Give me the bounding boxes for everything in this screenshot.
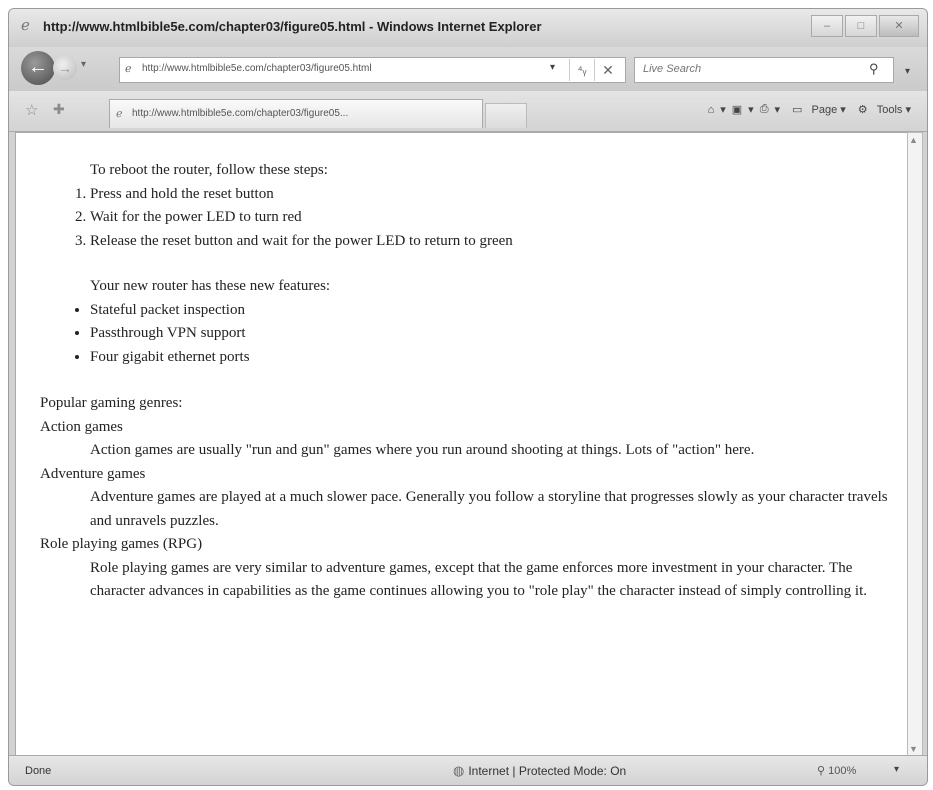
list-item: Wait for the power LED to turn red [90,206,906,230]
zoom-icon: ⚲ [817,765,826,777]
vertical-scrollbar[interactable]: ▲ ▼ [907,132,923,757]
ie-logo-icon: ℯ [21,17,30,34]
add-favorites-icon[interactable]: ✚ [53,101,65,118]
features-intro: Your new router has these new features: [90,278,331,294]
genre-definition: Action games are usually "run and gun" g… [90,442,755,458]
forward-arrow-icon: → [58,60,72,76]
address-bar[interactable]: ℯ http://www.htmlbible5e.com/chapter03/f… [119,57,626,83]
security-zone-label: Internet | Protected Mode: On [468,764,627,778]
steps-list: Press and hold the reset button Wait for… [40,183,906,254]
status-bar: Done ◍ Internet | Protected Mode: On ⚲ 10… [9,755,927,785]
minimize-button[interactable]: – [811,15,843,37]
maximize-button[interactable]: □ [845,15,877,37]
tools-gear-icon: ⚙ [857,104,868,116]
document-body: To reboot the router, follow these steps… [40,159,906,604]
tools-menu-label: Tools [876,104,903,116]
page-menu-label: Page [811,104,838,116]
title-bar: ℯ http://www.htmlbible5e.com/chapter03/f… [9,9,927,47]
genre-definition: Role playing games are very similar to a… [90,559,867,600]
tab-current[interactable]: ℯ http://www.htmlbible5e.com/chapter03/f… [109,99,483,128]
globe-icon: ◍ [453,763,465,778]
home-dropdown[interactable]: ▾ [720,103,726,116]
zoom-dropdown[interactable]: ▾ [894,764,899,775]
navigation-bar: ← → ▾ ℯ http://www.htmlbible5e.com/chapt… [9,47,927,91]
security-zone[interactable]: ◍ Internet | Protected Mode: On [453,763,626,779]
list-item: Stateful packet inspection [90,299,906,323]
refresh-button[interactable]: ⁴ᵧ [569,59,594,81]
genre-term: Action games [40,418,123,435]
search-icon[interactable]: ⚲ [869,61,879,77]
status-text: Done [25,765,52,777]
list-item: Passthrough VPN support [90,322,906,346]
back-button[interactable]: ← [21,51,55,85]
list-item: Four gigabit ethernet ports [90,346,906,370]
scroll-down-icon[interactable]: ▼ [909,744,918,754]
scroll-up-icon[interactable]: ▲ [909,135,918,145]
search-options-dropdown[interactable]: ▾ [905,66,910,77]
page-icon: ℯ [125,63,132,75]
steps-intro: To reboot the router, follow these steps… [90,162,328,178]
search-box[interactable]: ⚲ [634,57,894,83]
browser-window: ℯ http://www.htmlbible5e.com/chapter03/f… [8,8,928,786]
genre-definition: Adventure games are played at a much slo… [90,489,888,529]
tab-page-icon: ℯ [116,108,123,120]
home-icon[interactable]: ⌂ [708,104,715,116]
print-dropdown[interactable]: ▾ [775,103,781,116]
tab-label: http://www.htmlbible5e.com/chapter03/fig… [132,108,349,119]
list-item: Press and hold the reset button [90,183,906,207]
tools-menu[interactable]: ⚙ Tools ▾ [852,103,911,116]
page-content: To reboot the router, follow these steps… [15,132,909,757]
window-title: http://www.htmlbible5e.com/chapter03/fig… [43,19,542,34]
genre-term: Role playing games (RPG) [40,536,203,552]
command-bar: ☆ ✚ ℯ http://www.htmlbible5e.com/chapter… [9,91,927,132]
zoom-value: 100% [828,765,857,777]
forward-button[interactable]: → [53,56,77,80]
stop-button[interactable]: ✕ [594,59,621,81]
address-dropdown[interactable]: ▾ [550,62,555,73]
list-item: Release the reset button and wait for th… [90,230,906,254]
print-icon[interactable]: ⎙ [760,103,769,116]
window-controls: – □ ✕ [809,15,919,37]
search-input[interactable] [635,58,861,80]
recent-pages-dropdown[interactable]: ▾ [81,59,86,70]
new-tab-button[interactable] [485,103,527,128]
page-menu[interactable]: ▭ Page ▾ [786,103,846,116]
feeds-dropdown[interactable]: ▾ [748,103,754,116]
back-arrow-icon: ← [28,56,48,78]
address-url[interactable]: http://www.htmlbible5e.com/chapter03/fig… [142,63,372,74]
page-icon: ▭ [792,104,803,116]
genre-term: Adventure games [40,465,146,482]
feeds-icon[interactable]: ▣ [732,103,742,116]
command-tools: ⌂ ▾ ▣ ▾ ⎙ ▾ ▭ Page ▾ ⚙ Tools ▾ [702,103,911,116]
genres-heading: Popular gaming genres: [40,395,183,411]
zoom-level[interactable]: ⚲ 100% [817,764,856,777]
close-button[interactable]: ✕ [879,15,919,37]
features-list: Stateful packet inspection Passthrough V… [40,299,906,370]
genres-list: Popular gaming genres: Action games Acti… [40,392,906,604]
favorites-star-icon[interactable]: ☆ [25,101,38,119]
